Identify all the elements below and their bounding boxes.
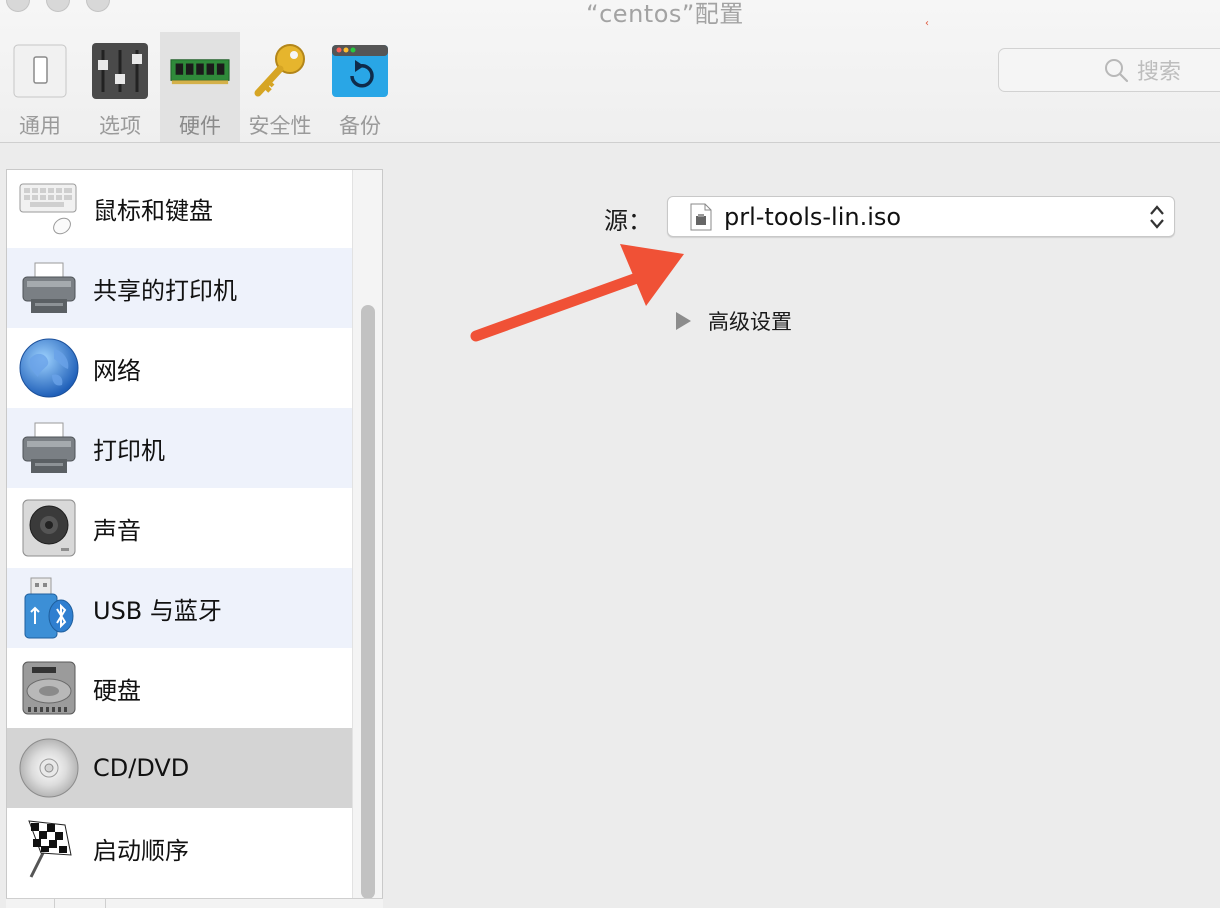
- tab-security[interactable]: 安全性: [240, 32, 320, 142]
- stray-mark: ‹: [925, 18, 929, 29]
- device-item-label: 网络: [93, 356, 141, 385]
- device-item-usb-bluetooth[interactable]: USB 与蓝牙: [7, 568, 353, 648]
- tab-general[interactable]: 通用: [0, 32, 80, 142]
- tab-hardware[interactable]: 硬件: [160, 32, 240, 142]
- window-title: “centos”配置: [586, 0, 744, 28]
- sidebar-scrollbar[interactable]: [352, 170, 382, 908]
- device-item-hard-disk[interactable]: 硬盘: [7, 648, 353, 728]
- advanced-settings-disclosure[interactable]: 高级设置: [674, 306, 792, 336]
- printer-icon: [17, 256, 81, 320]
- device-item-sound[interactable]: 声音: [7, 488, 353, 568]
- device-item-printer[interactable]: 打印机: [7, 408, 353, 488]
- advanced-settings-label: 高级设置: [708, 310, 792, 334]
- globe-icon: [17, 336, 81, 400]
- tab-label: 通用: [19, 114, 61, 138]
- configuration-window: “centos”配置 ‹ 通用 选项 硬件 安全性 备份 搜索 鼠标和键盘 共享…: [0, 0, 1220, 908]
- usb-bluetooth-icon: [17, 576, 81, 640]
- annotation-arrow: [470, 244, 684, 342]
- security-key-icon: [250, 42, 310, 100]
- device-item-cd-dvd[interactable]: CD/DVD: [7, 728, 353, 808]
- device-item-label: USB 与蓝牙: [93, 596, 222, 625]
- source-popup-button[interactable]: prl-tools-lin.iso: [667, 196, 1175, 237]
- search-placeholder: 搜索: [1137, 60, 1182, 85]
- source-value: prl-tools-lin.iso: [724, 202, 902, 231]
- device-item-shared-printer[interactable]: 共享的打印机: [7, 248, 353, 328]
- tab-label: 选项: [99, 114, 141, 138]
- toolbar-tabs: 通用 选项 硬件 安全性 备份: [0, 32, 400, 142]
- toolbar: “centos”配置 ‹ 通用 选项 硬件 安全性 备份 搜索: [0, 0, 1220, 143]
- printer-icon: [17, 416, 81, 480]
- device-item-boot-order[interactable]: 启动顺序: [7, 808, 353, 888]
- checkered-flag-icon: [17, 816, 81, 880]
- tab-label: 硬件: [179, 114, 221, 138]
- search-icon: [1105, 59, 1129, 83]
- keyboard-mouse-icon: [17, 176, 81, 240]
- disk-image-file-icon: [690, 203, 712, 230]
- chevron-up-down-icon: [1150, 205, 1164, 229]
- sidebar-scrollbar-thumb[interactable]: [361, 305, 375, 899]
- tab-label: 备份: [339, 114, 381, 138]
- tab-label: 安全性: [248, 114, 312, 138]
- device-list-items: 鼠标和键盘 共享的打印机 网络 打印机 声音 USB 与蓝牙 硬盘 CD/DVD…: [7, 170, 353, 888]
- tab-options[interactable]: 选项: [80, 32, 160, 142]
- backup-icon: [330, 42, 390, 100]
- tab-backup[interactable]: 备份: [320, 32, 400, 142]
- hard-disk-icon: [17, 656, 81, 720]
- device-item-label: 声音: [93, 516, 141, 545]
- device-item-mouse-keyboard[interactable]: 鼠标和键盘: [7, 170, 353, 248]
- device-item-label: 启动顺序: [93, 836, 189, 865]
- cd-dvd-icon: [17, 736, 81, 800]
- device-item-network[interactable]: 网络: [7, 328, 353, 408]
- hardware-memory-icon: [170, 42, 230, 100]
- speaker-icon: [17, 496, 81, 560]
- options-sliders-icon: [90, 42, 150, 100]
- general-icon: [10, 42, 70, 100]
- device-item-label: 硬盘: [93, 676, 141, 705]
- sidebar-bottom-bar: [6, 898, 383, 908]
- disclosure-triangle-icon: [676, 312, 691, 330]
- search-field[interactable]: 搜索: [998, 48, 1220, 92]
- source-label: 源：: [604, 207, 652, 235]
- device-item-label: 鼠标和键盘: [93, 196, 213, 225]
- device-item-label: 共享的打印机: [93, 276, 237, 305]
- device-list: 鼠标和键盘 共享的打印机 网络 打印机 声音 USB 与蓝牙 硬盘 CD/DVD…: [6, 169, 383, 908]
- device-item-label: CD/DVD: [93, 754, 190, 782]
- device-item-label: 打印机: [93, 436, 165, 465]
